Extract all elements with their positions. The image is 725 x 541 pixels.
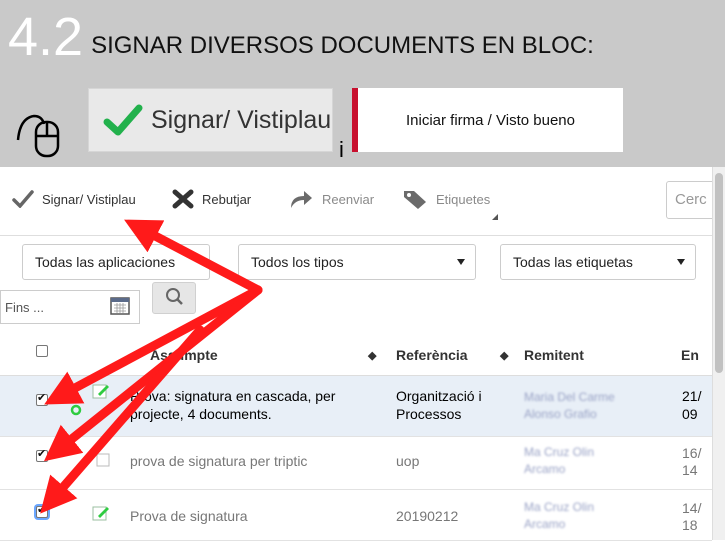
date-line-1: 14/ [682,500,702,516]
forward-icon [291,191,312,208]
tag-icon [404,191,426,209]
table-row[interactable]: Prova de signatura 20190212 Ma Cruz Olin… [0,490,712,541]
sort-icon[interactable]: ◆ [368,349,376,362]
date-line-2: 18 [682,517,698,533]
date-line-1: 21/ [682,388,702,404]
document-icon [96,453,110,467]
forward-button[interactable]: Reenviar [288,185,374,213]
calendar-icon[interactable] [110,296,130,316]
subject-header[interactable]: Assumpte [150,347,218,363]
gear-icon [70,404,82,416]
sign-approve-button[interactable]: Signar/ Vistiplau [12,185,136,213]
checkmark-icon [103,104,143,136]
labels-button[interactable]: Etiquetes [402,185,490,213]
section-title: SIGNAR DIVERSOS DOCUMENTS EN BLOC: [91,32,594,59]
row-checkbox[interactable] [36,391,48,406]
date-line-1: 16/ [682,445,702,461]
table-row[interactable]: Prova: signatura en cascada, per project… [0,376,712,437]
sender-line-1: Ma Cruz Olin [524,445,595,459]
section-number: 4.2 [8,7,84,67]
select-all-checkbox[interactable] [36,345,48,357]
chevron-down-icon [457,259,465,265]
table-row[interactable]: prova de signatura per triptic uop Ma Cr… [0,437,712,490]
sign-approve-label: Signar/ Vistiplau [42,191,136,207]
sender-line-1: Ma Cruz Olin [524,500,595,514]
row-checkbox[interactable] [36,503,48,518]
checkmark-icon [12,190,34,208]
date-line-2: 14 [682,462,698,478]
toolbar: Signar/ Vistiplau Rebutjar Reenviar Etiq… [0,167,725,236]
reference-line-1: 20190212 [396,508,459,524]
scrollbar-thumb[interactable] [715,173,723,373]
row-checkbox[interactable] [36,447,48,462]
applications-select-value: Todas las aplicaciones [35,254,176,270]
start-signature-button-example: Iniciar firma / Visto bueno [352,88,623,152]
subject-line-1[interactable]: Prova de signatura [130,508,248,524]
sender-line-1: Maria Del Carme [524,390,615,404]
sender-header[interactable]: Remitent [524,347,584,363]
reject-label: Rebutjar [202,191,252,207]
vertical-scrollbar[interactable] [712,167,725,540]
conjunction-text: i [339,137,344,162]
reference-line-1: Organització i [396,388,482,404]
date-line-2: 09 [682,406,698,422]
sender-line-2: Arcamo [524,462,566,476]
sender-line-2: Arcamo [524,517,566,531]
tags-select-value: Todas las etiquetas [513,254,633,270]
applications-select[interactable]: Todas las aplicaciones [22,244,210,280]
date-header[interactable]: En [681,347,699,363]
sign-button-label: Signar/ Vistiplau [151,105,332,134]
types-select-value: Todos los tipos [251,254,344,270]
banner-title: 4.2 SIGNAR DIVERSOS DOCUMENTS EN BLOC: [8,10,594,64]
instruction-banner: 4.2 SIGNAR DIVERSOS DOCUMENTS EN BLOC: S… [0,0,725,167]
dropdown-corner-icon [492,214,498,220]
reference-line-2: Processos [396,406,462,422]
types-select[interactable]: Todos los tipos [238,244,476,280]
sign-approve-button-example: Signar/ Vistiplau [88,88,333,152]
subject-line-1[interactable]: prova de signatura per triptic [130,453,307,469]
cross-icon [172,189,194,209]
subject-line-2[interactable]: projecte, 4 documents. [130,406,272,422]
subject-line-1[interactable]: Prova: signatura en cascada, per [130,388,335,404]
reference-header[interactable]: Referència [396,347,468,363]
reject-button[interactable]: Rebutjar [172,185,251,213]
tags-select[interactable]: Todas las etiquetas [500,244,696,280]
edit-icon [92,384,109,399]
sort-icon[interactable]: ◆ [500,349,508,362]
search-button[interactable] [152,282,196,314]
search-icon [166,288,183,305]
forward-label: Reenviar [322,191,375,207]
chevron-down-icon [677,259,685,265]
reference-line-1: uop [396,453,420,469]
mouse-click-icon [16,114,60,158]
table-header: Assumpte ◆ Referència ◆ Remitent En [0,335,712,377]
sender-line-2: Alonso Grafio [524,407,597,421]
labels-label: Etiquetes [436,191,491,207]
edit-icon [92,506,109,521]
